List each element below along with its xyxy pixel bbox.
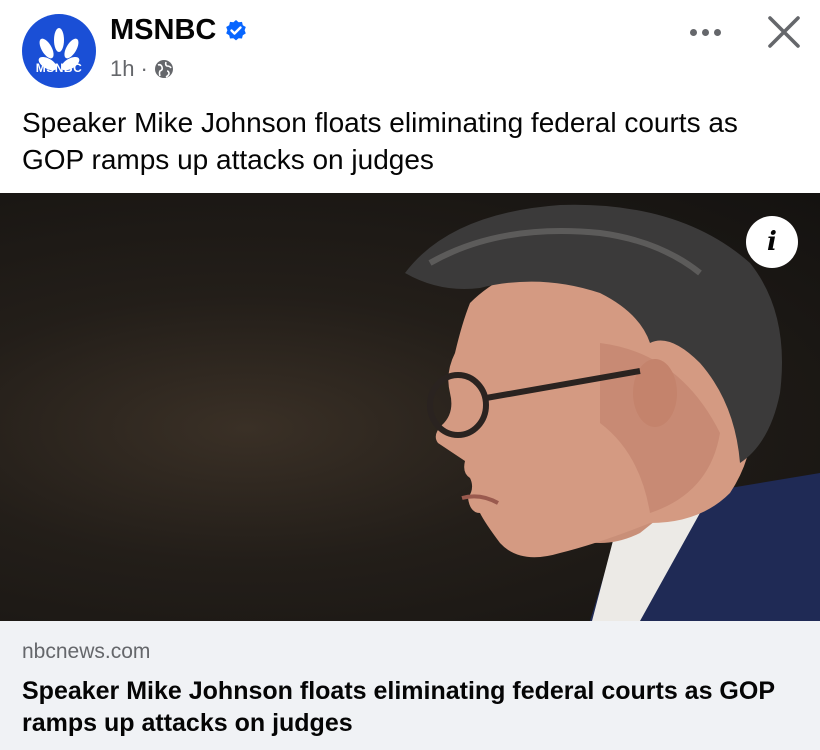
post-header: MSNBC MSNBC 1h · — [0, 0, 820, 95]
post-card: MSNBC MSNBC 1h · Speaker Mike Johnson fl… — [0, 0, 820, 750]
globe-icon[interactable] — [154, 59, 174, 79]
dot — [701, 28, 709, 36]
dot — [713, 28, 721, 36]
close-icon[interactable] — [762, 10, 806, 54]
page-avatar[interactable]: MSNBC — [22, 14, 96, 88]
more-options-button[interactable] — [680, 12, 730, 52]
post-time[interactable]: 1h — [110, 56, 134, 82]
dot — [689, 28, 697, 36]
avatar-label: MSNBC — [35, 61, 83, 75]
page-name-row: MSNBC — [110, 14, 248, 47]
link-domain: nbcnews.com — [22, 640, 151, 663]
post-meta: 1h · — [110, 56, 174, 82]
page-name[interactable]: MSNBC — [110, 14, 216, 47]
meta-separator: · — [140, 56, 148, 81]
link-title: Speaker Mike Johnson floats eliminating … — [22, 677, 775, 737]
info-button[interactable]: i — [746, 216, 798, 268]
post-caption: Speaker Mike Johnson floats eliminating … — [22, 107, 738, 175]
portrait-illustration — [405, 204, 820, 621]
verified-badge-icon — [226, 19, 247, 40]
link-preview[interactable]: nbcnews.com Speaker Mike Johnson floats … — [0, 621, 820, 750]
peacock-logo-icon — [38, 28, 80, 71]
article-photo[interactable]: i — [0, 193, 820, 621]
